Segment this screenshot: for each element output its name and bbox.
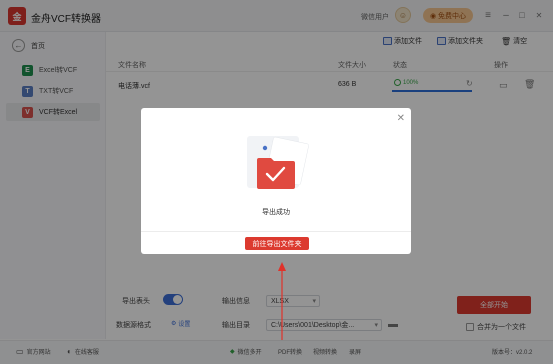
open-export-folder-button[interactable]: 前往导出文件夹	[245, 237, 309, 250]
divider	[141, 231, 411, 232]
export-success-dialog: ✕ 导出成功 前往导出文件夹	[141, 108, 411, 254]
annotation-arrow	[278, 262, 286, 340]
success-folder-icon	[247, 136, 309, 189]
modal-message: 导出成功	[262, 209, 290, 216]
close-icon[interactable]: ✕	[397, 113, 405, 124]
